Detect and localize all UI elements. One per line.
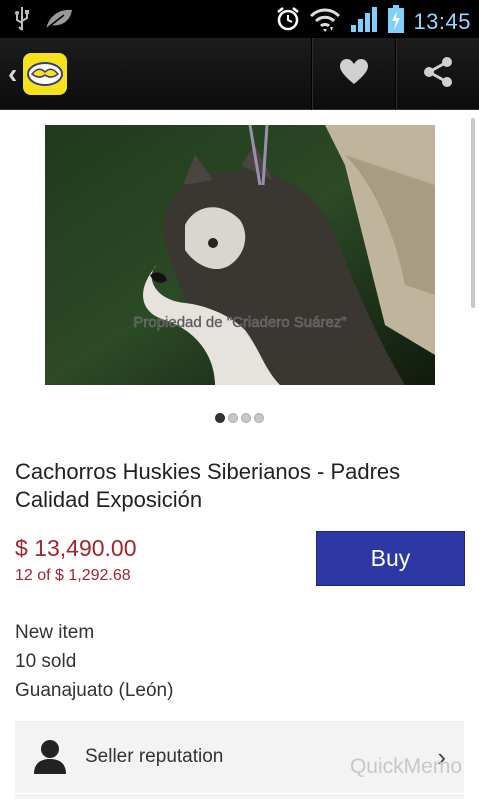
pager-dot[interactable]	[254, 413, 264, 423]
back-chevron-icon: ‹	[8, 58, 18, 89]
scrollbar[interactable]	[471, 118, 475, 308]
installments: 12 of $ 1,292.68	[15, 567, 131, 585]
pager-dot[interactable]	[241, 413, 251, 423]
share-icon	[422, 56, 454, 93]
product-price: $ 13,490.00	[15, 535, 137, 561]
product-photo[interactable]: Propiedad de "Criadero Suárez"	[45, 125, 435, 385]
signal-icon	[349, 5, 379, 38]
photo-watermark: Propiedad de "Criadero Suárez"	[133, 314, 346, 331]
heart-icon	[339, 58, 369, 91]
back-button[interactable]: ‹	[0, 38, 90, 110]
installments-count: 12	[15, 567, 33, 584]
quickmemo-watermark: QuickMemo	[349, 755, 462, 778]
installments-of: of	[32, 567, 56, 584]
seller-reputation-label: Seller reputation	[85, 746, 224, 767]
battery-charging-icon	[387, 4, 405, 39]
usb-icon	[14, 6, 30, 37]
product-title: Cachorros Huskies Siberianos - Padres Ca…	[15, 459, 401, 512]
sold-count: 10 sold	[15, 651, 77, 672]
item-location: Guanajuato (León)	[15, 680, 174, 701]
item-condition: New item	[15, 622, 95, 643]
wifi-icon	[309, 6, 341, 37]
pager-dot[interactable]	[228, 413, 238, 423]
person-icon	[33, 739, 67, 780]
status-bar: 13:45	[0, 0, 479, 38]
product-detail: Propiedad de "Criadero Suárez" Cachorros…	[0, 110, 479, 799]
share-button[interactable]	[397, 38, 479, 110]
leaf-icon	[44, 7, 74, 36]
installments-amount: $ 1,292.68	[55, 567, 131, 584]
favorite-button[interactable]	[313, 38, 395, 110]
next-row	[15, 794, 464, 799]
alarm-icon	[275, 6, 301, 37]
buy-button[interactable]: Buy	[316, 531, 465, 586]
status-time: 13:45	[413, 8, 471, 34]
image-pager[interactable]	[0, 413, 479, 423]
action-bar: ‹	[0, 38, 479, 110]
app-logo	[23, 53, 68, 95]
pager-dot[interactable]	[215, 413, 225, 423]
